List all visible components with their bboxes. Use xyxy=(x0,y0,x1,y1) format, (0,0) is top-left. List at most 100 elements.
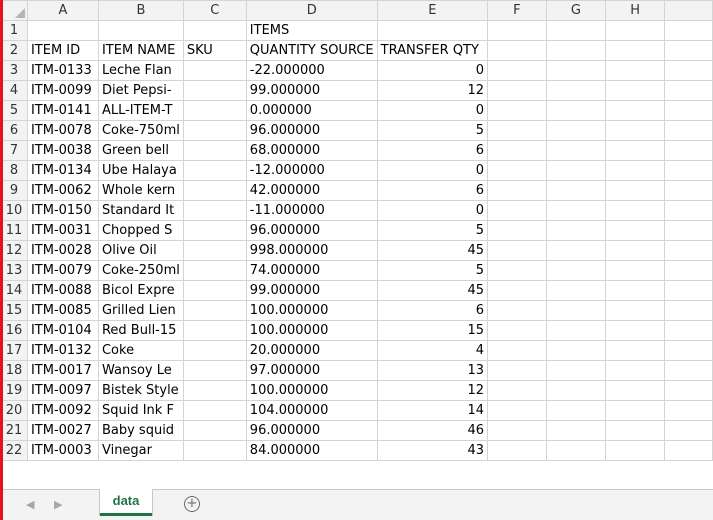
cell-empty[interactable] xyxy=(545,180,607,201)
cell-b[interactable]: Olive Oil xyxy=(97,240,184,261)
cell-empty[interactable] xyxy=(545,140,607,161)
cell-empty[interactable] xyxy=(545,40,607,61)
cell-c[interactable] xyxy=(182,240,247,261)
row-header[interactable]: 12 xyxy=(0,240,28,261)
row-header[interactable]: 3 xyxy=(0,60,28,81)
add-sheet-icon[interactable]: + xyxy=(184,496,200,512)
cell-empty[interactable] xyxy=(605,300,666,321)
cell-a[interactable]: ITM-0132 xyxy=(26,340,99,361)
cell-c[interactable] xyxy=(182,440,247,461)
cell-e[interactable]: 43 xyxy=(376,440,489,461)
cell-empty[interactable] xyxy=(605,40,666,61)
cell-empty[interactable] xyxy=(664,340,713,361)
row-header[interactable]: 6 xyxy=(0,120,28,141)
cell-e[interactable]: 0 xyxy=(376,60,489,81)
row-header[interactable]: 14 xyxy=(0,280,28,301)
cell-b[interactable]: Bicol Expre xyxy=(97,280,184,301)
cell-empty[interactable] xyxy=(605,220,666,241)
cell-empty[interactable] xyxy=(605,20,666,41)
cell-c[interactable] xyxy=(182,300,247,321)
cell-empty[interactable] xyxy=(487,180,547,201)
cell-empty[interactable] xyxy=(605,400,666,421)
cell-empty[interactable] xyxy=(487,140,547,161)
cell-empty[interactable] xyxy=(545,360,607,381)
column-header-d[interactable]: D xyxy=(245,0,378,21)
cell-d[interactable]: 104.000000 xyxy=(245,400,378,421)
cell-a[interactable]: ITM-0027 xyxy=(26,420,99,441)
cell-empty[interactable] xyxy=(664,440,713,461)
row-header[interactable]: 15 xyxy=(0,300,28,321)
column-header-a[interactable]: A xyxy=(26,0,99,21)
cell-empty[interactable] xyxy=(545,220,607,241)
cell-c[interactable] xyxy=(182,220,247,241)
cell-c[interactable] xyxy=(182,400,247,421)
cell-c[interactable] xyxy=(182,280,247,301)
cell-empty[interactable] xyxy=(664,420,713,441)
cell-e[interactable]: 45 xyxy=(376,240,489,261)
cell-a[interactable]: ITM-0017 xyxy=(26,360,99,381)
cell-empty[interactable] xyxy=(545,20,607,41)
cell-e[interactable]: 5 xyxy=(376,220,489,241)
cell-a[interactable]: ITEM ID xyxy=(26,40,99,61)
cell-empty[interactable] xyxy=(545,100,607,121)
cell-d[interactable]: 42.000000 xyxy=(245,180,378,201)
cell-d[interactable]: 84.000000 xyxy=(245,440,378,461)
row-header[interactable]: 11 xyxy=(0,220,28,241)
cell-d[interactable]: 97.000000 xyxy=(245,360,378,381)
cell-d[interactable]: -12.000000 xyxy=(245,160,378,181)
cell-c[interactable] xyxy=(182,340,247,361)
cell-c[interactable] xyxy=(182,20,247,41)
cell-d[interactable]: 96.000000 xyxy=(245,120,378,141)
cell-empty[interactable] xyxy=(545,80,607,101)
cell-d[interactable]: 20.000000 xyxy=(245,340,378,361)
row-header[interactable]: 9 xyxy=(0,180,28,201)
cell-d[interactable]: QUANTITY SOURCE xyxy=(245,40,378,61)
cell-empty[interactable] xyxy=(664,220,713,241)
cell-empty[interactable] xyxy=(545,160,607,181)
cell-a[interactable]: ITM-0003 xyxy=(26,440,99,461)
cell-b[interactable]: Standard It xyxy=(97,200,184,221)
cell-empty[interactable] xyxy=(664,320,713,341)
cell-empty[interactable] xyxy=(487,220,547,241)
cell-a[interactable]: ITM-0092 xyxy=(26,400,99,421)
cell-c[interactable]: SKU xyxy=(182,40,247,61)
cell-d[interactable]: -11.000000 xyxy=(245,200,378,221)
cell-a[interactable]: ITM-0028 xyxy=(26,240,99,261)
column-header-b[interactable]: B xyxy=(97,0,184,21)
cell-empty[interactable] xyxy=(605,340,666,361)
cell-e[interactable]: 14 xyxy=(376,400,489,421)
cell-e[interactable]: 5 xyxy=(376,260,489,281)
cell-empty[interactable] xyxy=(664,280,713,301)
next-sheet-arrow-icon[interactable]: ▶ xyxy=(54,498,62,511)
column-header-g[interactable]: G xyxy=(545,0,607,21)
cell-empty[interactable] xyxy=(664,120,713,141)
cell-empty[interactable] xyxy=(605,180,666,201)
cell-e[interactable]: 6 xyxy=(376,300,489,321)
cell-empty[interactable] xyxy=(487,400,547,421)
cell-a[interactable]: ITM-0150 xyxy=(26,200,99,221)
cell-empty[interactable] xyxy=(487,80,547,101)
row-header[interactable]: 21 xyxy=(0,420,28,441)
cell-empty[interactable] xyxy=(487,120,547,141)
cell-empty[interactable] xyxy=(487,280,547,301)
cell-e[interactable] xyxy=(376,20,489,41)
cell-d[interactable]: 68.000000 xyxy=(245,140,378,161)
cell-d[interactable]: 99.000000 xyxy=(245,80,378,101)
cell-b[interactable]: Coke xyxy=(97,340,184,361)
cell-a[interactable]: ITM-0134 xyxy=(26,160,99,181)
row-header[interactable]: 1 xyxy=(0,20,28,41)
cell-empty[interactable] xyxy=(545,440,607,461)
cell-d[interactable]: 100.000000 xyxy=(245,320,378,341)
row-header[interactable]: 5 xyxy=(0,100,28,121)
cell-e[interactable]: 0 xyxy=(376,160,489,181)
cell-c[interactable] xyxy=(182,320,247,341)
cell-empty[interactable] xyxy=(545,300,607,321)
cell-empty[interactable] xyxy=(487,160,547,181)
cell-empty[interactable] xyxy=(664,360,713,381)
cell-empty[interactable] xyxy=(605,160,666,181)
cell-empty[interactable] xyxy=(664,40,713,61)
cell-empty[interactable] xyxy=(664,200,713,221)
cell-empty[interactable] xyxy=(545,240,607,261)
cell-empty[interactable] xyxy=(545,340,607,361)
cell-empty[interactable] xyxy=(545,320,607,341)
